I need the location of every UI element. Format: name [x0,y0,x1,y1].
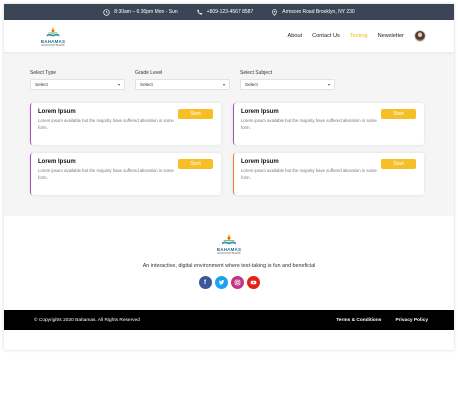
facebook-icon[interactable]: f [198,276,212,289]
start-button[interactable]: Start [178,159,213,169]
start-button[interactable]: Start [178,109,213,119]
filter-subject: Select Subject Select [240,70,335,90]
youtube-icon[interactable] [246,276,260,289]
copyright-text: © Copyrights 2020 Bahamas. All Rights Re… [34,317,140,323]
main-nav: About Contact Us Testing Newsletter [288,30,426,42]
type-select[interactable]: Select [30,79,125,90]
chevron-down-icon [328,83,330,86]
start-button[interactable]: Start [381,159,416,169]
grade-select-value: Select [140,82,153,87]
subject-select[interactable]: Select [240,79,335,90]
brand-logo[interactable]: BAHAMAS EDUCATION BOARD [38,26,68,47]
logo-emblem-icon [46,26,60,36]
chevron-down-icon [223,83,225,86]
filter-subject-label: Select Subject [240,70,272,76]
footer-logo[interactable]: BAHAMAS EDUCATION BOARD [214,233,244,255]
footer: BAHAMAS EDUCATION BOARD An interactive, … [4,216,454,310]
legal-links: Terms & Conditions Privacy Policy [336,318,428,323]
nav-about[interactable]: About [288,33,303,39]
instagram-icon[interactable] [230,276,244,289]
card-description: Lorem ipsum available but the majority h… [241,118,377,130]
phone-info: +809-123-4567 8587 [196,9,254,16]
card-description: Lorem ipsum available but the majority h… [38,118,174,130]
filter-grade: Grade Level Select [135,70,230,90]
main-content: Select Type Select Grade Level Select Se… [4,52,454,216]
card-description: Lorem ipsum available but the majority h… [241,168,377,180]
terms-link[interactable]: Terms & Conditions [336,318,381,323]
phone-icon [197,9,202,15]
navbar: BAHAMAS EDUCATION BOARD About Contact Us… [4,20,454,52]
address-text: Armsore Road Brooklyn, NY 230 [282,9,355,15]
start-button[interactable]: Start [381,109,416,119]
hours-text: 8:30am – 6:30pm Mon - Sun [114,9,178,15]
social-links: f [198,276,260,289]
card-description: Lorem ipsum available but the majority h… [38,168,174,180]
test-cards-grid: Lorem Ipsum Lorem ipsum available but th… [30,103,432,195]
nav-testing[interactable]: Testing [350,33,368,39]
nav-contact-us[interactable]: Contact Us [312,33,340,39]
test-card: Lorem Ipsum Lorem ipsum available but th… [233,103,424,145]
filter-row: Select Type Select Grade Level Select Se… [30,70,432,90]
brand-tagline: EDUCATION BOARD [217,252,241,255]
twitter-icon[interactable] [214,276,228,289]
top-info-bar: 8:30am – 6:30pm Mon - Sun +809-123-4567 … [4,4,454,20]
footer-tagline: An interactive, digital environment wher… [142,263,316,269]
brand-tagline: EDUCATION BOARD [41,43,65,47]
chevron-down-icon [118,83,120,86]
test-card: Lorem Ipsum Lorem ipsum available but th… [30,153,221,195]
copyright-bar: © Copyrights 2020 Bahamas. All Rights Re… [4,310,454,330]
type-select-value: Select [35,82,48,87]
clock-icon [103,8,110,16]
privacy-link[interactable]: Privacy Policy [395,318,428,323]
nav-newsletter[interactable]: Newsletter [378,33,404,39]
logo-emblem-icon [222,233,236,245]
location-pin-icon [272,8,278,16]
filter-type-label: Select Type [30,70,57,76]
address-info: Armsore Road Brooklyn, NY 230 [271,8,355,16]
test-card: Lorem Ipsum Lorem ipsum available but th… [233,153,424,195]
page-frame: 8:30am – 6:30pm Mon - Sun +809-123-4567 … [4,4,454,350]
subject-select-value: Select [245,82,258,87]
filter-grade-label: Grade Level [135,70,163,76]
grade-select[interactable]: Select [135,79,230,90]
hours-info: 8:30am – 6:30pm Mon - Sun [103,8,178,16]
phone-text[interactable]: +809-123-4567 8587 [207,9,254,15]
user-avatar[interactable] [414,30,426,42]
test-card: Lorem Ipsum Lorem ipsum available but th… [30,103,221,145]
filter-type: Select Type Select [30,70,125,90]
